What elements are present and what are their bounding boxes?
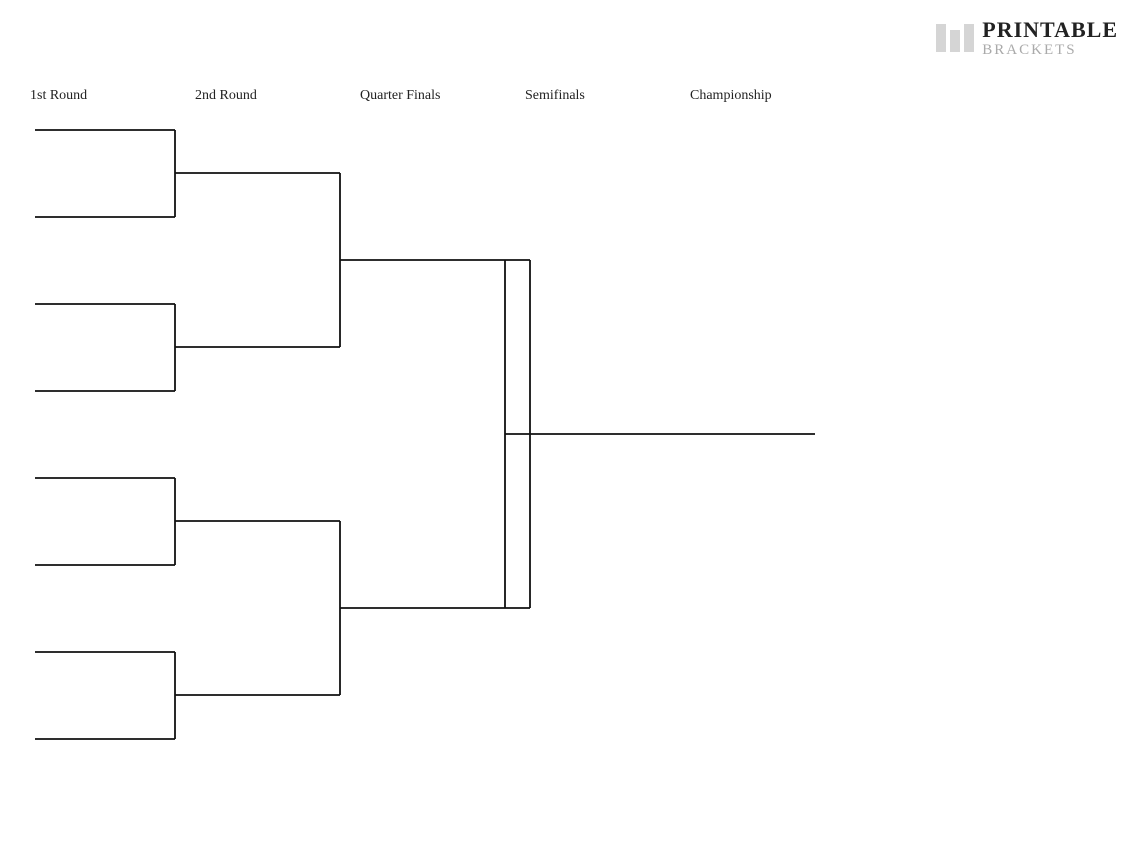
logo-brackets: BRACKETS [982,42,1118,59]
logo: PRINTABLE BRACKETS [936,18,1118,59]
logo-text: PRINTABLE BRACKETS [982,18,1118,59]
bracket-svg [15,110,1075,830]
round-header-4: Semifinals [525,88,690,104]
round-header-3: Quarter Finals [360,88,525,104]
round-header-5: Championship [690,88,855,104]
logo-printable: PRINTABLE [982,18,1118,42]
round-headers: 1st Round 2nd Round Quarter Finals Semif… [30,88,900,104]
round-header-1: 1st Round [30,88,195,104]
round-header-2: 2nd Round [195,88,360,104]
logo-icon [936,24,974,52]
